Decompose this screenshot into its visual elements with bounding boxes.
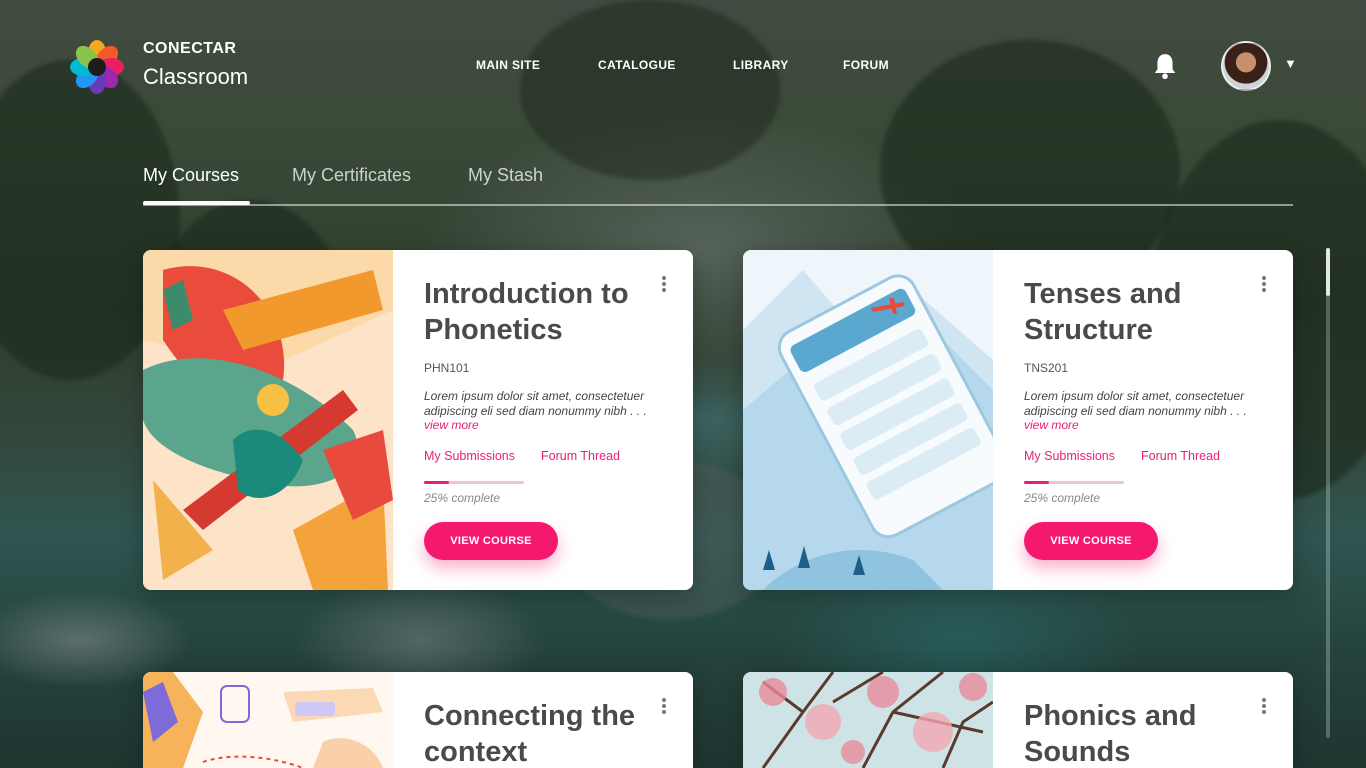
scrollbar-track[interactable] [1326, 248, 1330, 738]
progress-fill [424, 481, 449, 484]
brand-name: CONECTAR [143, 40, 237, 57]
tab-my-courses[interactable]: My Courses [143, 165, 239, 186]
course-card-connecting-context: Connecting the context [143, 672, 693, 768]
brand-subtitle: Classroom [143, 64, 249, 89]
active-tab-indicator [143, 201, 250, 205]
forum-thread-link[interactable]: Forum Thread [1141, 449, 1220, 463]
course-title: Introduction to Phonetics [424, 278, 629, 346]
course-illustration-image [743, 250, 993, 590]
course-illustration-image [143, 672, 393, 768]
more-vertical-icon[interactable] [658, 276, 670, 294]
nav-forum[interactable]: FORUM [843, 58, 889, 72]
tab-my-certificates[interactable]: My Certificates [292, 165, 411, 186]
view-course-button[interactable]: VIEW COURSE [424, 522, 558, 560]
user-avatar[interactable] [1221, 41, 1271, 91]
nav-catalogue[interactable]: CATALOGUE [598, 58, 676, 72]
progress-text: 25% complete [1024, 491, 1101, 505]
course-code: TNS201 [1024, 361, 1069, 375]
progress-text: 25% complete [424, 491, 501, 505]
view-more-link[interactable]: view more [424, 418, 479, 432]
conectar-logo[interactable] [70, 40, 124, 94]
nav-main-site[interactable]: MAIN SITE [476, 58, 540, 72]
course-title: Tenses and Structure [1024, 278, 1182, 346]
notification-bell-icon[interactable] [1152, 52, 1178, 80]
tab-my-stash[interactable]: My Stash [468, 165, 543, 186]
nav-library[interactable]: LIBRARY [733, 58, 789, 72]
course-card-phonetics: Introduction to Phonetics PHN101 Lorem i… [143, 250, 693, 590]
more-vertical-icon[interactable] [1258, 276, 1270, 294]
my-submissions-link[interactable]: My Submissions [424, 449, 515, 463]
chevron-down-icon[interactable]: ▼ [1284, 56, 1297, 71]
tabs-divider [143, 204, 1293, 206]
course-illustration-image [743, 672, 993, 768]
my-submissions-link[interactable]: My Submissions [1024, 449, 1115, 463]
view-more-link[interactable]: view more [1024, 418, 1079, 432]
more-vertical-icon[interactable] [1258, 698, 1270, 716]
progress-fill [1024, 481, 1049, 484]
course-illustration-image [143, 250, 393, 590]
course-code: PHN101 [424, 361, 470, 375]
course-description: Lorem ipsum dolor sit amet, consectetuer… [1024, 389, 1247, 432]
course-title: Phonics and Sounds [1024, 700, 1197, 768]
course-card-phonics: Phonics and Sounds [743, 672, 1293, 768]
scrollbar-thumb[interactable] [1326, 248, 1330, 296]
course-description: Lorem ipsum dolor sit amet, consectetuer… [424, 389, 647, 432]
forum-thread-link[interactable]: Forum Thread [541, 449, 620, 463]
course-card-tenses: Tenses and Structure TNS201 Lorem ipsum … [743, 250, 1293, 590]
course-title: Connecting the context [424, 700, 636, 768]
progress-bar [1024, 481, 1124, 484]
progress-bar [424, 481, 524, 484]
more-vertical-icon[interactable] [658, 698, 670, 716]
view-course-button[interactable]: VIEW COURSE [1024, 522, 1158, 560]
